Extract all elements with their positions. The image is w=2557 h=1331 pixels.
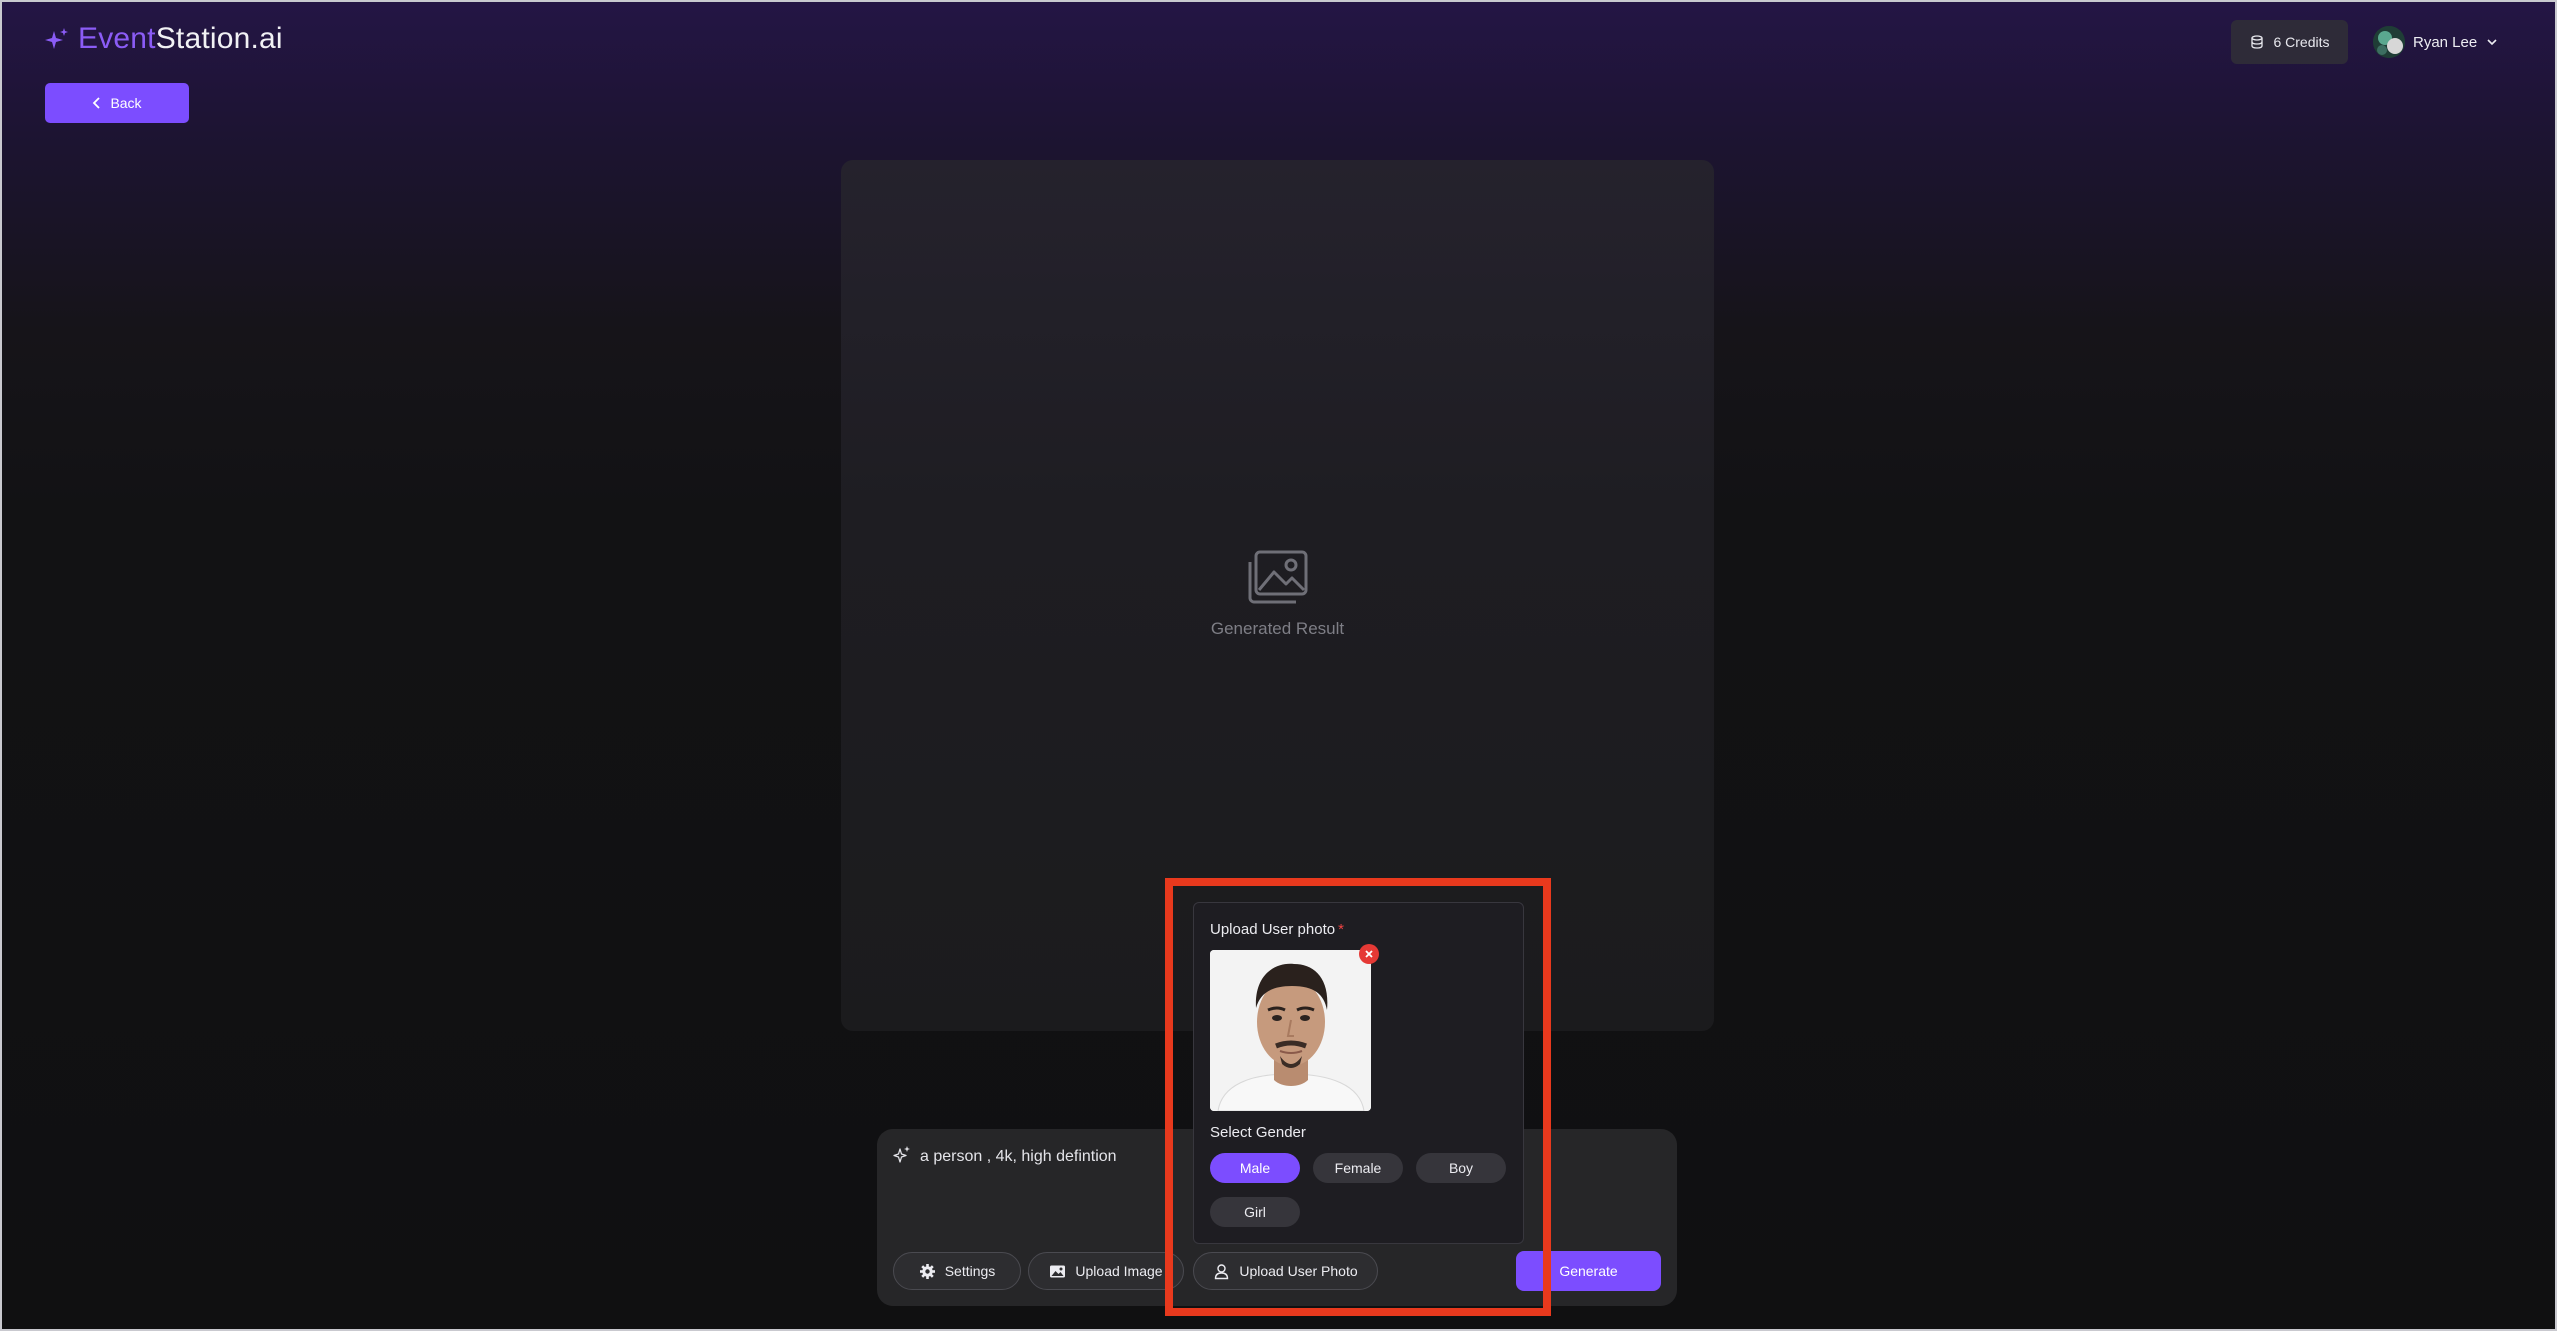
uploaded-photo-container: [1210, 944, 1379, 1111]
logo-text-accent: Event: [78, 22, 156, 55]
gender-option-boy[interactable]: Boy: [1416, 1153, 1506, 1183]
select-gender-label: Select Gender: [1210, 1124, 1306, 1141]
back-button[interactable]: Back: [45, 83, 189, 123]
sparkle-icon: [893, 1146, 910, 1163]
popover-title-text: Upload User photo: [1210, 921, 1336, 938]
back-button-label: Back: [110, 95, 142, 111]
credits-badge[interactable]: 6 Credits: [2231, 20, 2348, 64]
image-icon: [1248, 550, 1308, 604]
upload-user-photo-popover: Upload User photo * Select Gender Male F…: [1193, 902, 1524, 1244]
sparkle-logo-icon: [45, 28, 68, 49]
gender-option-girl[interactable]: Girl: [1210, 1197, 1300, 1227]
prompt-input[interactable]: a person , 4k, high defintion: [920, 1148, 1117, 1166]
remove-photo-button[interactable]: [1359, 944, 1379, 964]
gender-option-female[interactable]: Female: [1313, 1153, 1403, 1183]
logo-text-main: Station.ai: [155, 22, 283, 55]
avatar: [2373, 26, 2405, 58]
upload-image-button[interactable]: Upload Image: [1028, 1252, 1184, 1290]
upload-user-photo-button[interactable]: Upload User Photo: [1193, 1252, 1378, 1290]
user-name: Ryan Lee: [2413, 33, 2478, 51]
settings-button[interactable]: Settings: [893, 1252, 1021, 1290]
user-icon: [1215, 1263, 1229, 1279]
required-mark: *: [1338, 921, 1344, 938]
result-panel: Generated Result: [841, 160, 1714, 1031]
chevron-left-icon: [93, 97, 101, 109]
credits-label: 6 Credits: [2273, 34, 2330, 50]
gear-icon: [919, 1263, 935, 1279]
gender-option-male[interactable]: Male: [1210, 1153, 1300, 1183]
upload-image-button-label: Upload Image: [1075, 1263, 1163, 1279]
coins-icon: [2251, 35, 2264, 49]
app-logo[interactable]: EventStation.ai: [44, 22, 283, 56]
uploaded-user-photo: [1210, 950, 1371, 1111]
user-menu[interactable]: Ryan Lee: [2373, 26, 2499, 58]
logo-text: EventStation.ai: [78, 22, 283, 56]
popover-title: Upload User photo *: [1210, 921, 1344, 938]
image-icon: [1050, 1265, 1066, 1277]
chevron-down-icon: [2487, 39, 2497, 46]
generate-button[interactable]: Generate: [1516, 1251, 1661, 1291]
generated-result-label: Generated Result: [1210, 619, 1345, 638]
settings-button-label: Settings: [944, 1263, 996, 1279]
upload-user-photo-button-label: Upload User Photo: [1239, 1263, 1358, 1279]
close-icon: [1365, 950, 1373, 958]
generate-button-label: Generate: [1559, 1263, 1618, 1279]
